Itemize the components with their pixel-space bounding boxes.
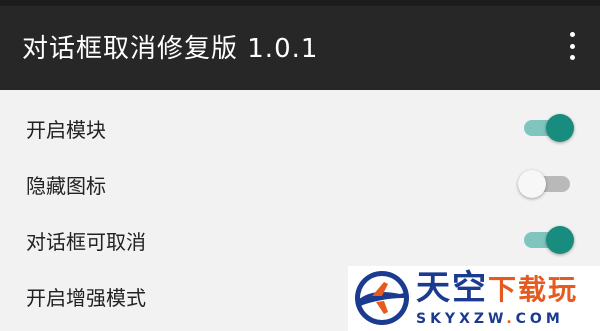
switch-thumb xyxy=(546,226,574,254)
status-bar xyxy=(0,0,600,6)
brand-part-a: 天空 xyxy=(416,268,488,308)
domain-part-b: COM xyxy=(515,311,564,327)
brand-part-b: 下载玩 xyxy=(488,273,579,306)
setting-label: 开启模块 xyxy=(26,118,106,142)
hide-icon-switch[interactable] xyxy=(518,170,570,198)
app-bar: 对话框取消修复版 1.0.1 xyxy=(0,0,600,90)
dialog-cancelable-switch[interactable] xyxy=(524,226,574,254)
overflow-dot xyxy=(569,55,575,60)
setting-row-hide-icon[interactable]: 隐藏图标 xyxy=(0,156,600,212)
domain-dot: . xyxy=(506,311,516,327)
watermark: 天空下载玩 SKYXZW.COM xyxy=(348,266,600,331)
setting-row-enable-module[interactable]: 开启模块 xyxy=(0,100,600,156)
sky-logo-icon xyxy=(355,271,409,325)
setting-label: 开启增强模式 xyxy=(26,286,146,310)
domain-part-a: SKYXZW xyxy=(416,311,507,327)
switch-thumb xyxy=(518,170,546,198)
watermark-domain: SKYXZW.COM xyxy=(416,310,578,328)
more-vert-icon[interactable] xyxy=(566,32,578,60)
overflow-dot xyxy=(569,32,575,37)
app-title: 对话框取消修复版 1.0.1 xyxy=(22,34,319,64)
enable-module-switch[interactable] xyxy=(524,114,574,142)
setting-row-dialog-cancelable[interactable]: 对话框可取消 xyxy=(0,212,600,268)
watermark-text: 天空下载玩 SKYXZW.COM xyxy=(416,268,578,328)
watermark-brand: 天空下载玩 xyxy=(416,268,578,310)
setting-label: 对话框可取消 xyxy=(26,230,146,254)
overflow-dot xyxy=(569,43,575,49)
switch-thumb xyxy=(546,114,574,142)
setting-label: 隐藏图标 xyxy=(26,174,106,198)
